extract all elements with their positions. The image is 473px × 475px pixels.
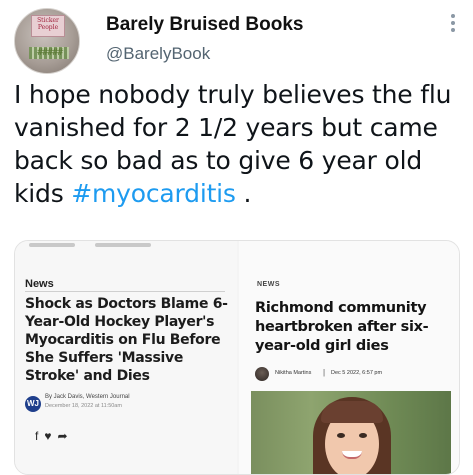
publisher-logo: WJ xyxy=(25,396,41,412)
article-section-label: NEWS xyxy=(257,281,280,288)
article-date: Dec 5 2022, 6:57 pm xyxy=(331,370,383,376)
blurred-nav-text xyxy=(95,243,151,247)
blurred-nav-text xyxy=(29,243,75,247)
author-avatar xyxy=(255,367,269,381)
hashtag-link[interactable]: #myocarditis xyxy=(71,179,236,208)
article-author: Nikitha Martins xyxy=(275,370,312,376)
tweet-header: Sticker People ##### Barely Bruised Book… xyxy=(14,8,459,74)
media-left-article[interactable]: News Shock as Doctors Blame 6-Year-Old H… xyxy=(15,241,237,474)
share-icons: f♥➦ xyxy=(35,429,74,443)
avatar-cover-text: Sticker People xyxy=(37,17,59,31)
avatar-cover-marks: ##### xyxy=(37,47,63,58)
display-name[interactable]: Barely Bruised Books xyxy=(106,14,303,36)
tweet-text-end: . xyxy=(235,179,252,208)
byline-separator: | xyxy=(323,368,326,377)
article-byline: By Jack Davis, Western Journal xyxy=(45,394,130,400)
article-photo xyxy=(251,391,451,474)
article-headline: Richmond community heartbroken after six… xyxy=(255,300,429,354)
user-handle[interactable]: @BarelyBook xyxy=(106,44,210,64)
article-headline: Shock as Doctors Blame 6-Year-Old Hockey… xyxy=(25,296,228,384)
profile-avatar[interactable]: Sticker People ##### xyxy=(14,8,80,74)
media-right-article[interactable]: NEWS Richmond community heartbroken afte… xyxy=(239,241,459,474)
twitter-icon: ♥ xyxy=(44,429,58,443)
article-section-label: News xyxy=(25,278,54,290)
share-icon: ➦ xyxy=(57,429,74,443)
tweet-text: I hope nobody truly believes the flu van… xyxy=(14,78,460,210)
article-date: December 18, 2022 at 11:50am xyxy=(45,403,122,409)
tweet-media[interactable]: News Shock as Doctors Blame 6-Year-Old H… xyxy=(14,240,460,475)
more-vertical-icon[interactable] xyxy=(451,14,457,36)
facebook-icon: f xyxy=(35,429,45,443)
divider xyxy=(25,291,225,292)
